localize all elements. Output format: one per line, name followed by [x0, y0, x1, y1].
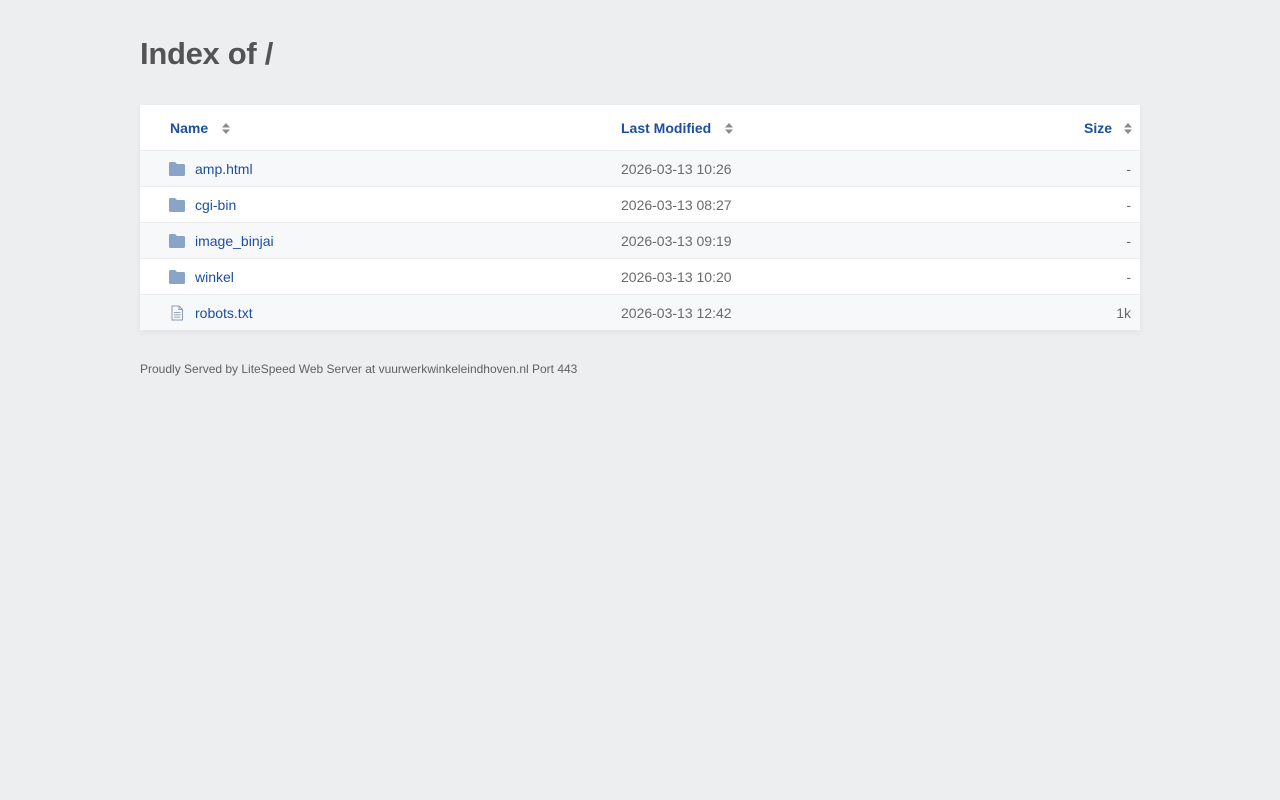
sort-by-modified-link[interactable]: Last Modified — [621, 120, 711, 136]
modified-cell: 2026-03-13 08:27 — [621, 196, 732, 213]
size-cell: - — [1126, 196, 1131, 213]
folder-icon — [169, 269, 185, 284]
name-cell: image_binjai — [168, 223, 274, 258]
modified-cell: 2026-03-13 09:19 — [621, 232, 732, 249]
sort-icon[interactable] — [222, 123, 231, 134]
modified-cell: 2026-03-13 10:26 — [621, 160, 732, 177]
page-title: Index of / — [140, 36, 274, 71]
folder-icon — [169, 161, 185, 176]
size-cell: - — [1126, 268, 1131, 285]
table-row: image_binjai 2026-03-13 09:19 - — [140, 222, 1140, 258]
entry-link[interactable]: image_binjai — [195, 233, 274, 249]
sort-by-size-link[interactable]: Size — [1084, 120, 1112, 136]
file-icon — [171, 305, 183, 320]
name-cell: winkel — [168, 259, 234, 294]
listing-table: Name Last Modified Size amp.html 2026-03… — [140, 105, 1140, 330]
size-cell: - — [1126, 232, 1131, 249]
sort-icon[interactable] — [725, 123, 734, 134]
entry-link[interactable]: amp.html — [195, 161, 253, 177]
table-header: Name Last Modified Size — [140, 105, 1140, 150]
sort-by-name-link[interactable]: Name — [170, 120, 208, 136]
modified-cell: 2026-03-13 12:42 — [621, 304, 732, 321]
last-modified-column-header[interactable]: Last Modified — [621, 105, 734, 150]
name-cell: cgi-bin — [168, 187, 236, 222]
folder-icon — [169, 233, 185, 248]
sort-icon[interactable] — [1124, 123, 1132, 134]
table-row: robots.txt 2026-03-13 12:42 1k — [140, 294, 1140, 330]
entry-link[interactable]: cgi-bin — [195, 197, 236, 213]
server-footer: Proudly Served by LiteSpeed Web Server a… — [140, 362, 578, 376]
modified-cell: 2026-03-13 10:20 — [621, 268, 732, 285]
entry-link[interactable]: robots.txt — [195, 305, 253, 321]
table-row: amp.html 2026-03-13 10:26 - — [140, 150, 1140, 186]
name-cell: robots.txt — [168, 295, 253, 330]
name-cell: amp.html — [168, 151, 253, 186]
size-column-header[interactable]: Size — [1084, 105, 1132, 150]
table-row: cgi-bin 2026-03-13 08:27 - — [140, 186, 1140, 222]
entry-link[interactable]: winkel — [195, 269, 234, 285]
name-column-header[interactable]: Name — [170, 105, 231, 150]
table-row: winkel 2026-03-13 10:20 - — [140, 258, 1140, 294]
size-cell: 1k — [1116, 304, 1131, 321]
size-cell: - — [1126, 160, 1131, 177]
folder-icon — [169, 197, 185, 212]
